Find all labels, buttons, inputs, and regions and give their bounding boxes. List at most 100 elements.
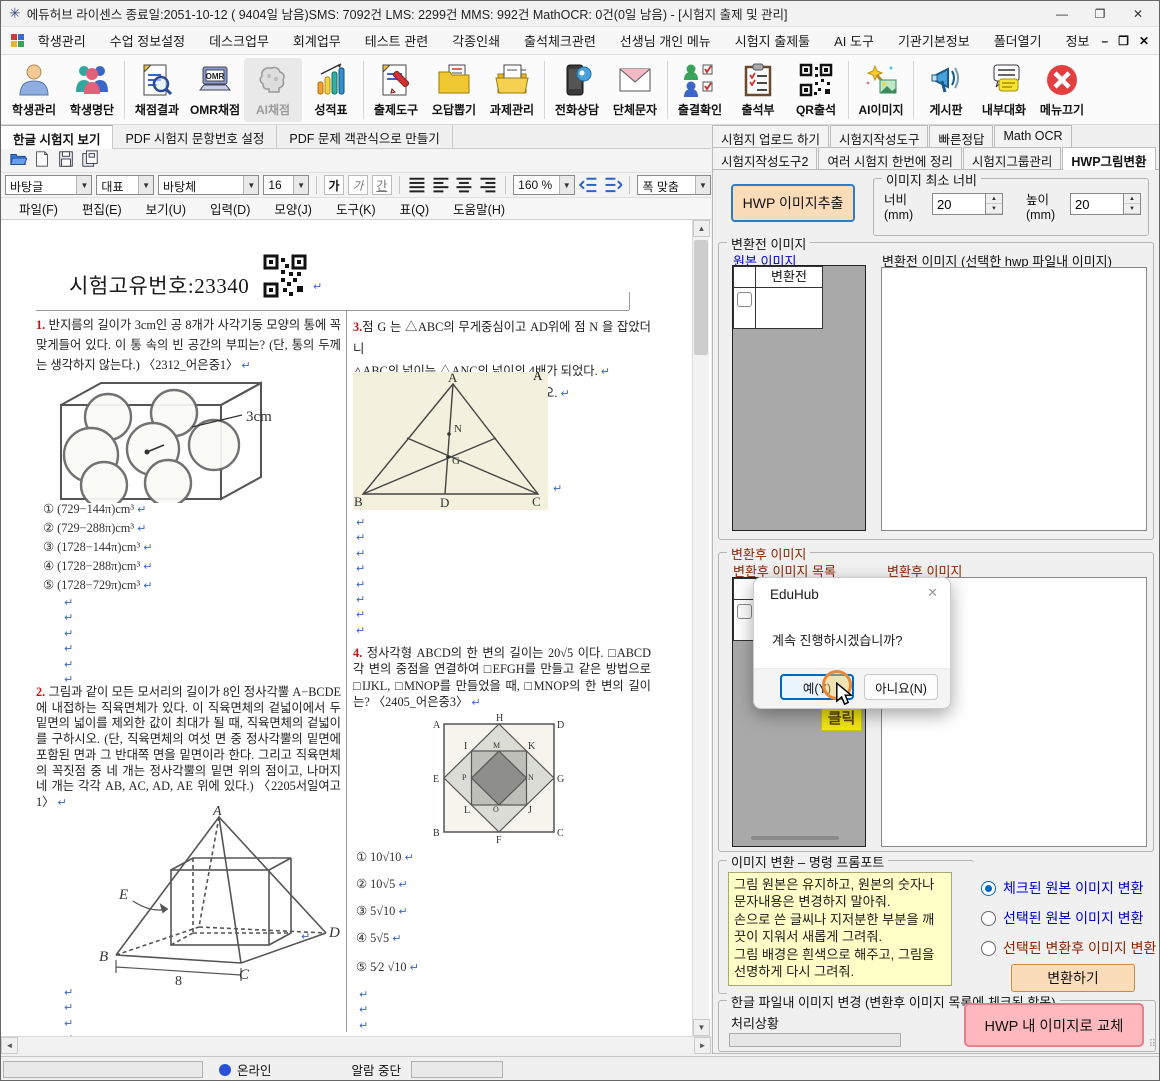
tab-exam-group[interactable]: 시험지그룹관리 [962, 147, 1062, 169]
toolbar-qr-attendance[interactable]: QR출석 [787, 58, 845, 122]
prompt-textarea[interactable]: 그림 원본은 유지하고, 원본의 숫자나 문자내용은 변경하지 말아줘. 손으로… [728, 872, 952, 986]
menu-class-info[interactable]: 수업 정보설정 [98, 27, 197, 54]
mdi-close-button[interactable]: ✕ [1139, 34, 1149, 48]
hwp-menu-shape[interactable]: 모양(J) [262, 197, 324, 220]
fit-width-select[interactable]: 폭 맞춤 ▼ [637, 175, 711, 195]
close-button[interactable]: ✕ [1121, 3, 1155, 25]
font-size-select[interactable]: 16 ▼ [263, 175, 310, 195]
menu-accounting[interactable]: 회계업무 [281, 27, 353, 54]
menu-desk-work[interactable]: 데스크업무 [197, 27, 281, 54]
tab-batch-organize[interactable]: 여러 시험지 한번에 정리 [818, 147, 962, 169]
vertical-scrollbar[interactable]: ▲ ▼ [692, 220, 710, 1036]
bold-button[interactable]: 가 [324, 175, 344, 195]
menu-student-mgmt[interactable]: 학생관리 [26, 27, 98, 54]
mdi-minimize-button[interactable]: – [1101, 34, 1108, 48]
no-button[interactable]: 아니요(N) [864, 674, 938, 700]
toolbar-attendance-book[interactable]: 출석부 [729, 58, 787, 122]
style-select[interactable]: 바탕글 ▼ [5, 175, 93, 195]
vertical-scroll-thumb[interactable] [694, 240, 708, 355]
hwp-extract-button[interactable]: HWP 이미지추출 [731, 184, 855, 222]
tab-pdf-to-multiple-choice[interactable]: PDF 문제 객관식으로 만들기 [277, 125, 453, 149]
maximize-button[interactable]: ❐ [1083, 3, 1117, 25]
toolbar-report-card[interactable]: 성적표 [302, 58, 360, 122]
tab-exam-tool-2[interactable]: 시험지작성도구2 [712, 147, 818, 169]
toolbar-exam-tool[interactable]: 출제도구 [367, 58, 425, 122]
toolbar-phone-counsel[interactable]: 전화상담 [548, 58, 606, 122]
toolbar-homework[interactable]: 과제관리 [483, 58, 541, 122]
menu-org-info[interactable]: 기관기본정보 [886, 27, 982, 54]
indent-increase-button[interactable] [603, 175, 623, 195]
scroll-left-button[interactable]: ◄ [1, 1037, 18, 1054]
mdi-restore-button[interactable]: ❐ [1118, 34, 1129, 48]
tab-hwp-image-convert[interactable]: HWP그림변환 [1062, 147, 1156, 170]
toolbar-omr-grading[interactable]: OMR OMR채점 [186, 58, 244, 122]
min-width-input[interactable] [932, 193, 986, 215]
open-file-button[interactable] [9, 150, 28, 171]
radio-convert-selected-after[interactable]: 선택된 변환후 이미지 변환 [981, 938, 1156, 958]
align-justify-button[interactable] [407, 175, 427, 195]
convert-button[interactable]: 변환하기 [1011, 964, 1135, 992]
italic-button[interactable]: 가 [347, 175, 368, 195]
align-center-button[interactable] [454, 175, 474, 195]
menu-test[interactable]: 테스트 관련 [353, 27, 440, 54]
source-image-list[interactable]: 변환전 [732, 265, 866, 531]
toolbar-menu-off[interactable]: 메뉴끄기 [1033, 58, 1091, 122]
underline-button[interactable]: 간 [371, 175, 392, 195]
hwp-menu-help[interactable]: 도움말(H) [441, 197, 517, 220]
scroll-right-button[interactable]: ► [694, 1037, 711, 1054]
replace-hwp-image-button[interactable]: HWP 내 이미지로 교체 [964, 1003, 1144, 1047]
menu-print[interactable]: 각종인쇄 [440, 27, 512, 54]
height-spinner[interactable]: ▲ ▼ [1124, 193, 1141, 215]
new-doc-button[interactable] [33, 150, 51, 171]
row-checkbox[interactable] [737, 292, 752, 307]
indent-decrease-button[interactable] [578, 175, 599, 195]
toolbar-ai-grading[interactable]: AI채점 [244, 57, 302, 122]
toolbar-board[interactable]: 게시판 [917, 58, 975, 122]
tab-quick-answer[interactable]: 빠른정답 [929, 125, 994, 147]
menu-exam-tool[interactable]: 시험지 출제툴 [723, 27, 822, 54]
preset-select[interactable]: 대표 ▼ [96, 175, 155, 195]
hwp-menu-view[interactable]: 보기(U) [134, 197, 198, 220]
toolbar-wrong-answer[interactable]: 오답뽑기 [425, 58, 483, 122]
hwp-menu-edit[interactable]: 편집(E) [70, 197, 134, 220]
tab-hwp-exam-view[interactable]: 한글 시험지 보기 [1, 125, 114, 149]
save-as-button[interactable] [81, 150, 99, 171]
tab-exam-tool[interactable]: 시험지작성도구 [829, 125, 929, 147]
tab-exam-upload[interactable]: 시험지 업로드 하기 [712, 125, 829, 147]
toolbar-attendance-check[interactable]: 출결확인 [671, 58, 729, 122]
row-checkbox[interactable] [737, 604, 752, 619]
zoom-select[interactable]: 160 % ▼ [513, 175, 575, 195]
tab-math-ocr[interactable]: Math OCR [994, 125, 1072, 147]
toolbar-internal-chat[interactable]: 내부대화 [975, 58, 1033, 122]
menu-teacher-personal[interactable]: 선생님 개인 메뉴 [608, 27, 723, 54]
scroll-down-button[interactable]: ▼ [693, 1019, 710, 1036]
minimize-button[interactable]: — [1045, 3, 1079, 25]
hwp-menu-input[interactable]: 입력(D) [198, 197, 262, 220]
toolbar-group-sms[interactable]: 단체문자 [606, 58, 664, 122]
horizontal-scrollbar[interactable]: ◄ ► [1, 1036, 711, 1054]
scroll-up-button[interactable]: ▲ [693, 220, 710, 237]
hwp-menu-file[interactable]: 파일(F) [7, 197, 70, 220]
toolbar-grading-result[interactable]: 채점결과 [128, 58, 186, 122]
toolbar-ai-image[interactable]: AI이미지 [852, 58, 910, 122]
hwp-menu-tools[interactable]: 도구(K) [324, 197, 388, 220]
document-viewer[interactable]: 시험고유번호:23340 ↵ 1. 반지름의 길이가 3cm인 공 8개가 사각… [1, 220, 711, 1036]
toolbar-student-list[interactable]: 학생명단 [63, 58, 121, 122]
resize-grip[interactable]: ⠿ [1149, 1039, 1157, 1050]
radio-convert-checked-original[interactable]: 체크된 원본 이미지 변환 [981, 878, 1143, 898]
alarm-toggle-box[interactable] [411, 1061, 503, 1078]
min-height-input[interactable] [1070, 193, 1124, 215]
menu-open-folder[interactable]: 폴더열기 [982, 27, 1054, 54]
list-scroll-thumb[interactable] [751, 836, 839, 840]
width-spinner[interactable]: ▲ ▼ [986, 193, 1003, 215]
save-button[interactable] [57, 150, 75, 171]
menu-ai-tools[interactable]: AI 도구 [822, 27, 886, 54]
dialog-close-icon[interactable]: ✕ [927, 585, 938, 601]
hwp-menu-table[interactable]: 표(Q) [388, 197, 442, 220]
font-select[interactable]: 바탕체 ▼ [158, 175, 260, 195]
radio-convert-selected-original[interactable]: 선택된 원본 이미지 변환 [981, 908, 1143, 928]
toolbar-student-manage[interactable]: 학생관리 [5, 58, 63, 122]
align-left-button[interactable] [431, 175, 451, 195]
before-preview-box[interactable] [881, 267, 1147, 531]
tab-pdf-number-setting[interactable]: PDF 시험지 문항번호 설정 [113, 125, 278, 149]
